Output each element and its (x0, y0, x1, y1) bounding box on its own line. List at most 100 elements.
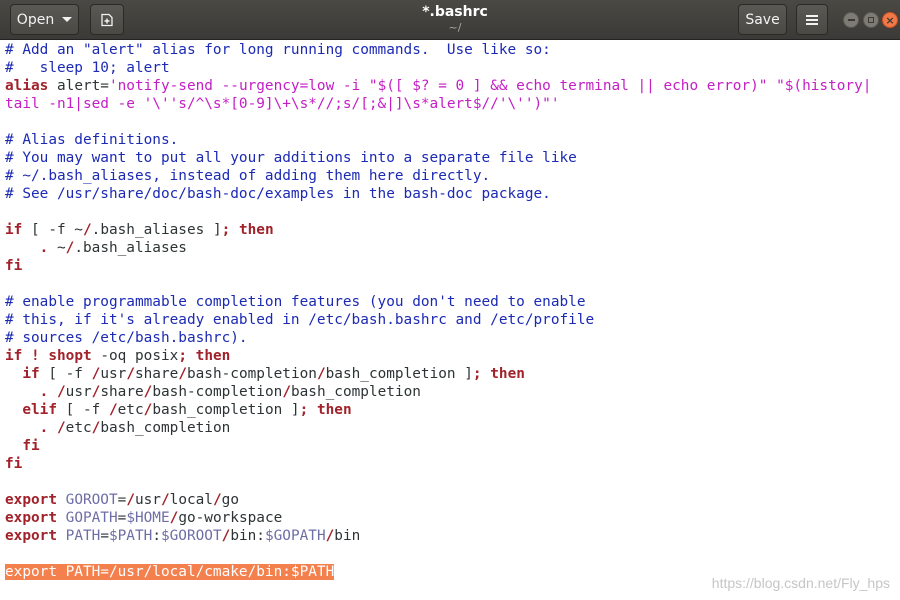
code-token-plain: [ -f (56, 402, 109, 418)
code-token-punct: / (126, 366, 135, 382)
watermark-text: https://blog.csdn.net/Fly_hps (711, 575, 890, 591)
close-icon: × (885, 13, 895, 27)
code-token-keyword: if (22, 366, 40, 382)
code-token-punct: / (160, 492, 170, 508)
code-line: . /etc/bash_completion (5, 419, 900, 437)
code-token-plain: .bash_aliases ] (91, 222, 222, 238)
code-token-keyword: export (5, 510, 57, 526)
code-token-keyword: then (238, 222, 274, 238)
code-token-punct: ; (472, 366, 482, 382)
hamburger-menu-icon (806, 14, 818, 25)
code-line: . /usr/share/bash-completion/bash_comple… (5, 383, 900, 401)
code-line: fi (5, 455, 900, 473)
code-line: # Add an "alert" alias for long running … (5, 41, 900, 59)
open-button[interactable]: Open (10, 4, 79, 35)
code-token-punct: ; (221, 222, 231, 238)
code-token-punct: / (212, 492, 222, 508)
code-token-punct: / (282, 384, 291, 400)
code-token-comment: # Add an "alert" alias for long running … (5, 42, 551, 58)
code-token-keyword: then (195, 348, 231, 364)
code-token-punct: / (325, 528, 335, 544)
code-line: # enable programmable completion feature… (5, 293, 900, 311)
code-token-plain: local (169, 492, 213, 508)
maximize-button[interactable] (863, 12, 879, 28)
text-editor-area[interactable]: # Add an "alert" alias for long running … (0, 41, 900, 600)
code-token-plain: bin (334, 528, 361, 544)
code-token-plain: usr (134, 492, 161, 508)
save-button[interactable]: Save (738, 4, 787, 35)
code-token-plain: -oq posix (91, 348, 179, 364)
new-document-button[interactable] (90, 4, 124, 35)
code-line: # ~/.bash_aliases, instead of adding the… (5, 167, 900, 185)
code-line: if ! shopt -oq posix; then (5, 347, 900, 365)
code-token-var: PATH (65, 528, 101, 544)
code-token-punct: ; (178, 348, 187, 364)
open-button-label: Open (16, 11, 55, 28)
code-token-var: $GOROOT (160, 528, 222, 544)
code-token-plain: go (221, 492, 239, 508)
code-line: tail -n1|sed -e '\''s/^\s*[0-9]\+\s*//;s… (5, 95, 900, 113)
code-token-punct: / (57, 384, 66, 400)
code-line: . ~/.bash_aliases (5, 239, 900, 257)
code-line: export GOROOT=/usr/local/go (5, 491, 900, 509)
menu-button[interactable] (796, 4, 828, 35)
code-line: # See /usr/share/doc/bash-doc/examples i… (5, 185, 900, 203)
code-token-keyword: alias (5, 78, 49, 94)
code-token-plain: bash_completion ] (152, 402, 300, 418)
code-token-plain: bin: (230, 528, 265, 544)
code-token-punct: / (126, 492, 135, 508)
code-token-plain: bash-completion (152, 384, 283, 400)
code-token-comment: # You may want to put all your additions… (5, 150, 577, 166)
code-token-plain: bash_completion (290, 384, 421, 400)
code-token-punct: / (178, 366, 187, 382)
minimize-button[interactable] (843, 12, 859, 28)
code-line: export GOPATH=$HOME/go-workspace (5, 509, 900, 527)
code-token-plain: : (152, 528, 161, 544)
window-subtitle: ~/ (448, 21, 462, 34)
header-bar: Open *.bashrc ~/ Save × (0, 0, 900, 40)
code-token-plain: etc (65, 420, 92, 436)
code-token-plain: ~ (48, 240, 66, 256)
code-token-punct: / (108, 402, 118, 418)
code-token-comment: # See /usr/share/doc/bash-doc/examples i… (5, 186, 551, 202)
code-token-punct: / (316, 366, 326, 382)
code-token-plain: alert= (48, 78, 109, 94)
code-token-var: GOPATH (65, 510, 118, 526)
code-token-comment: # ~/.bash_aliases, instead of adding the… (5, 168, 491, 184)
code-token-punct: / (57, 420, 66, 436)
close-button[interactable]: × (882, 12, 898, 28)
code-token-plain: bash-completion (186, 366, 317, 382)
code-token-comment: # Alias definitions. (5, 132, 179, 148)
code-line: # You may want to put all your additions… (5, 149, 900, 167)
code-token-keyword: fi (22, 438, 40, 454)
code-line: if [ -f ~/.bash_aliases ]; then (5, 221, 900, 239)
code-token-keyword: fi (5, 258, 23, 274)
code-token-plain: usr (65, 384, 92, 400)
code-token-keyword: then (490, 366, 525, 382)
code-token-plain: etc (117, 402, 144, 418)
code-token-plain: = (117, 492, 127, 508)
code-token-var: $GOPATH (264, 528, 326, 544)
code-token-keyword: export (5, 492, 57, 508)
code-token-punct: / (91, 366, 101, 382)
code-token-plain: = (117, 510, 127, 526)
code-token-string: tail -n1|sed -e '\''s/^\s*[0-9]\+\s*//;s… (5, 96, 560, 112)
code-line: # Alias definitions. (5, 131, 900, 149)
code-token-keyword: fi (5, 456, 23, 472)
code-line: alias alert='notify-send --urgency=low -… (5, 77, 900, 95)
